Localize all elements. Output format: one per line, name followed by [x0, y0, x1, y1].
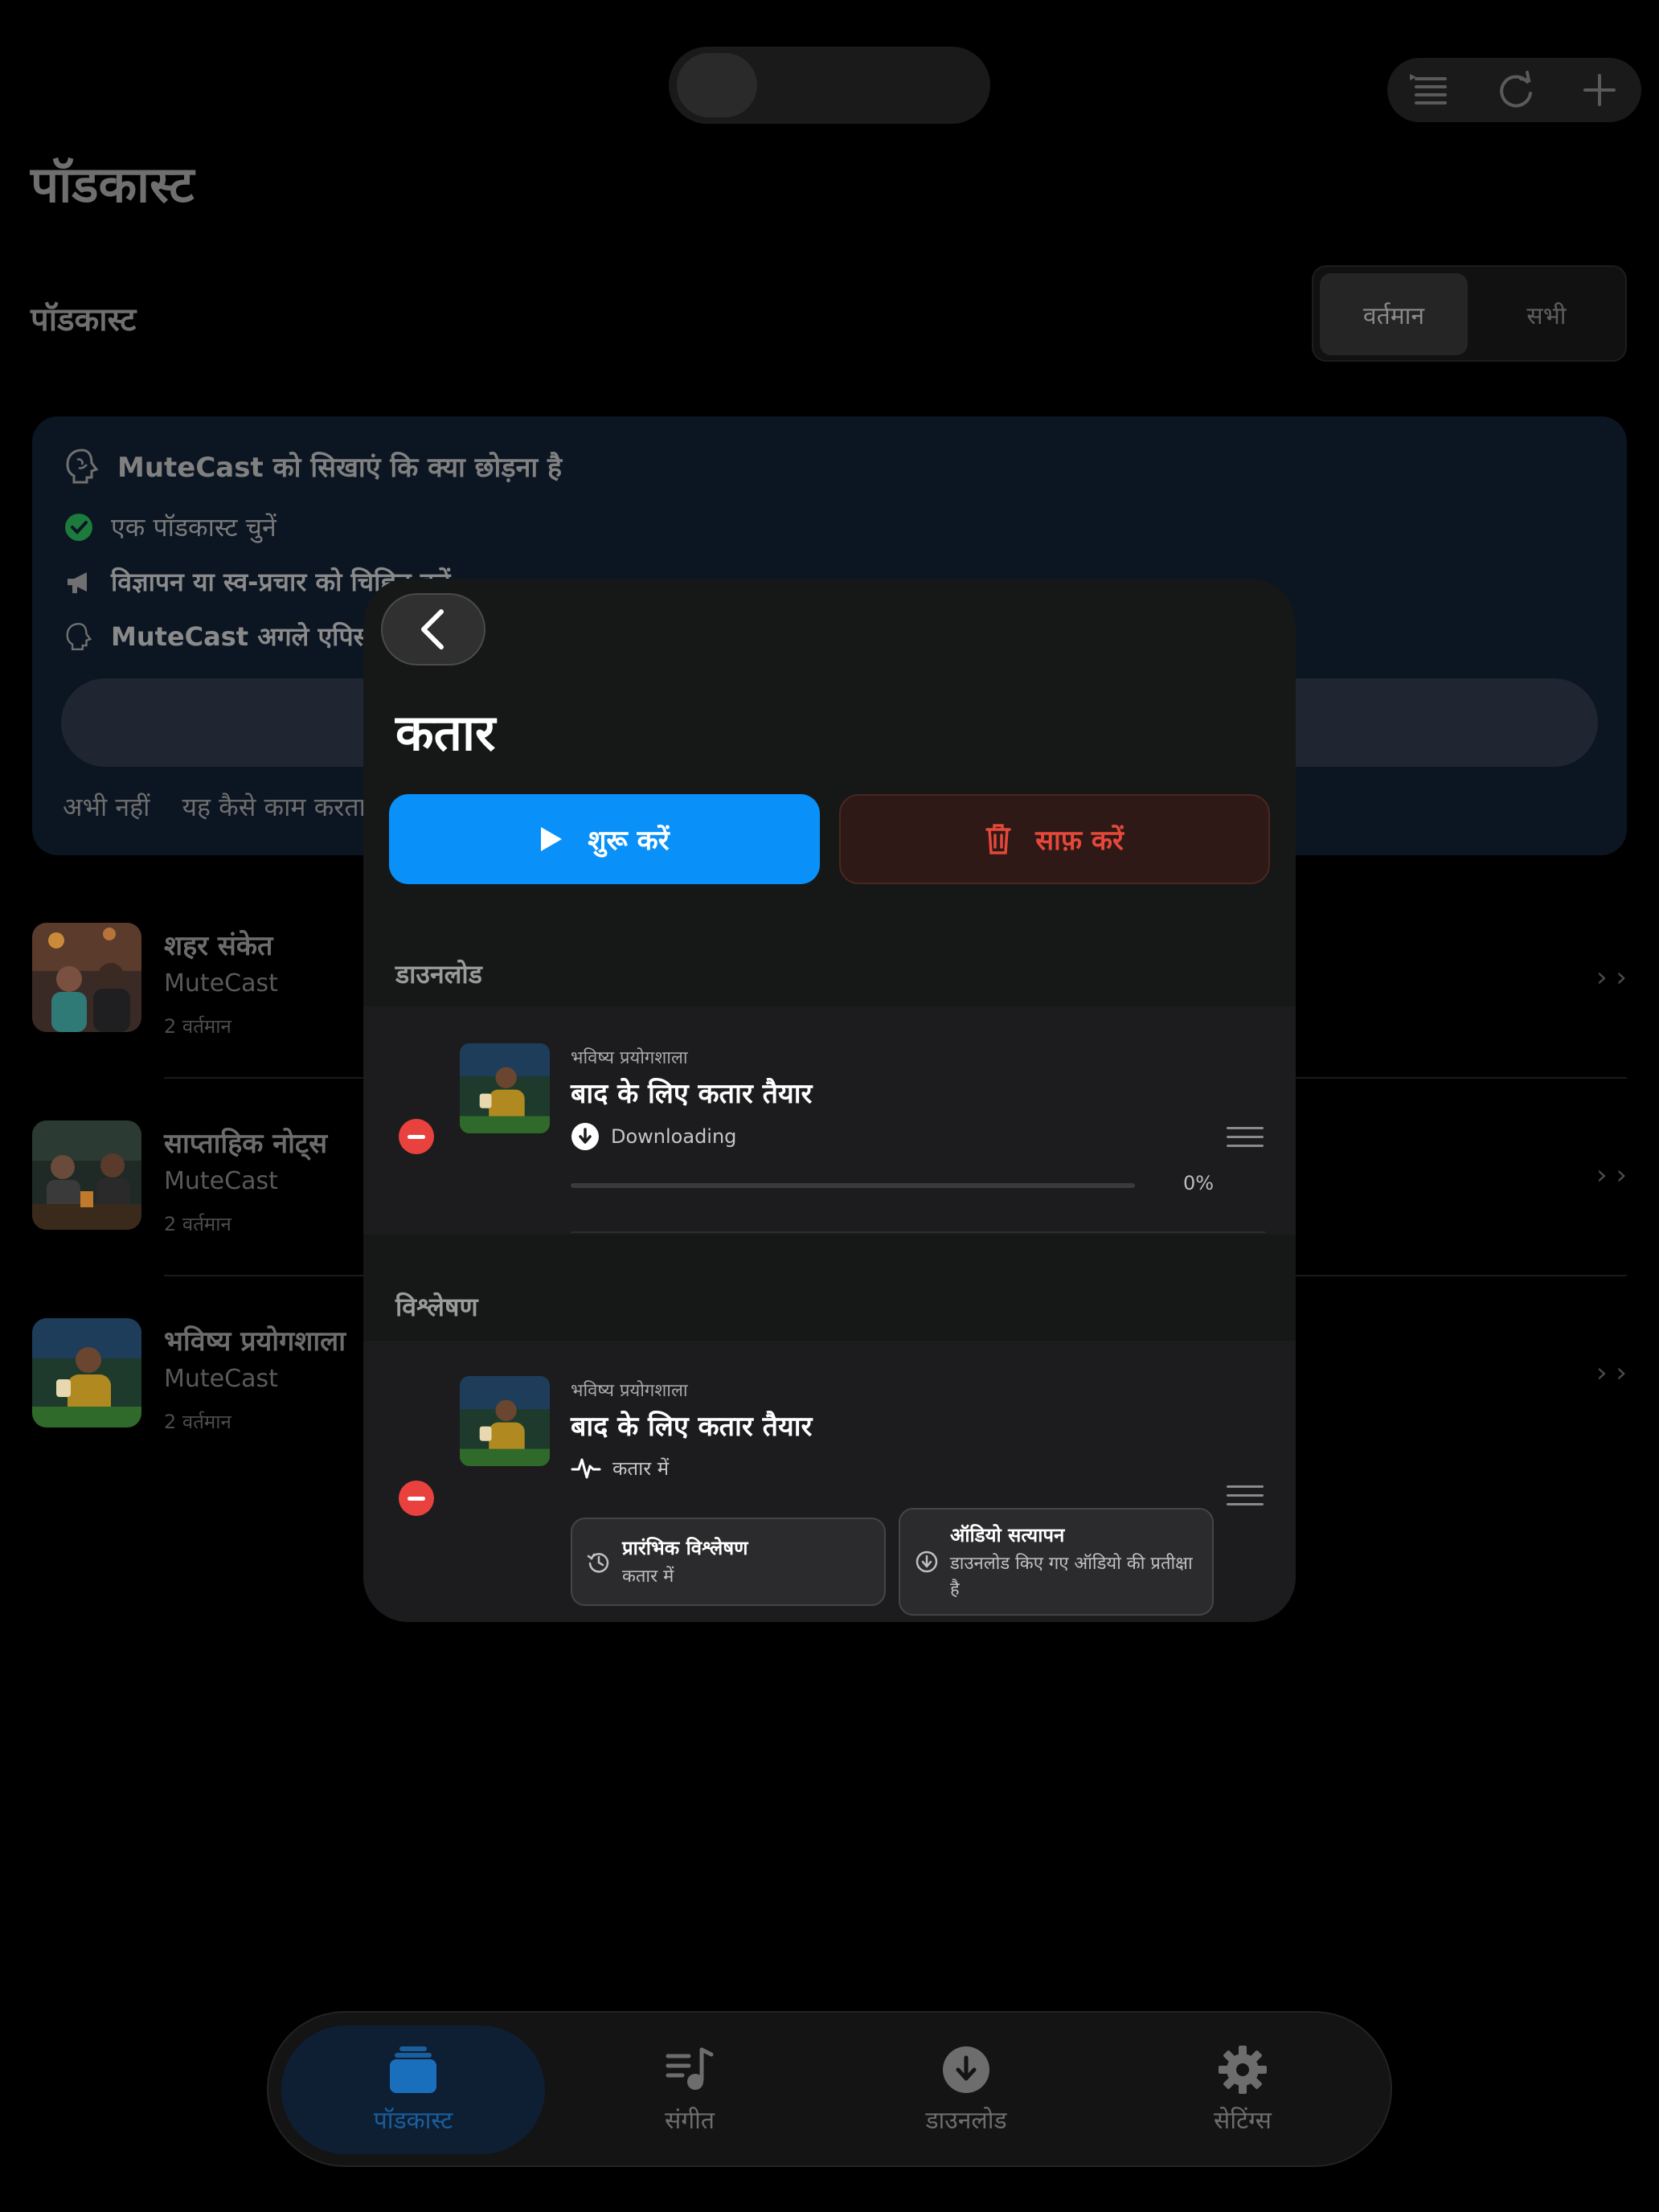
tab-label: पॉडकास्ट [373, 2106, 453, 2135]
tab-downloads[interactable]: डाउनलोड [834, 2026, 1098, 2154]
analysis-section-label: विश्लेषण [395, 1292, 478, 1322]
queue-sheet: कतार शुरू करें साफ़ करें डाउनलोड भविष्य … [363, 579, 1296, 1622]
tab-settings[interactable]: सेटिंग्स [1111, 2026, 1374, 2154]
queue-item-analysis[interactable]: भविष्य प्रयोगशाला बाद के लिए कतार तैयार … [363, 1341, 1296, 1622]
downloads-section-label: डाउनलोड [395, 959, 482, 989]
chevron-left-icon [417, 607, 449, 652]
podcast-artwork [32, 1318, 141, 1428]
top-handle-pill[interactable] [669, 47, 990, 124]
chip-title: ऑडियो सत्यापन [950, 1523, 1065, 1546]
refresh-icon[interactable] [1495, 69, 1537, 111]
podcast-count: 2 वर्तमान [164, 1015, 231, 1038]
download-circle-icon [941, 2045, 991, 2095]
download-progress-bar [571, 1183, 1135, 1188]
chip-text: प्रारंभिक विश्लेषण कतार में [622, 1534, 748, 1590]
queue-list-icon[interactable] [1408, 69, 1450, 111]
chip-subtitle: डाउनलोड किए गए ऑडियो की प्रतीक्षा है [950, 1553, 1193, 1600]
teach-card-header: MuteCast को सिखाएं कि क्या छोड़ना है [64, 447, 562, 485]
episode-podcast-name: भविष्य प्रयोगशाला [571, 1048, 688, 1068]
podcast-publisher: MuteCast [164, 1365, 278, 1393]
status-label: Downloading [611, 1125, 737, 1148]
remove-item-button[interactable] [399, 1481, 434, 1516]
audio-verification-chip: ऑडियो सत्यापन डाउनलोड किए गए ऑडियो की प्… [899, 1508, 1214, 1616]
history-clock-icon [587, 1550, 611, 1574]
podcast-publisher: MuteCast [164, 969, 278, 997]
queue-title: कतार [395, 703, 496, 762]
how-it-works-link[interactable]: यह कैसे काम करता [182, 789, 365, 824]
teach-card-title: MuteCast को सिखाएं कि क्या छोड़ना है [117, 452, 563, 484]
megaphone-icon [64, 567, 93, 596]
segment-current[interactable]: वर्तमान [1320, 273, 1468, 355]
podcast-name: भविष्य प्रयोगशाला [164, 1325, 346, 1358]
podcast-publisher: MuteCast [164, 1167, 278, 1195]
clear-button-label: साफ़ करें [1035, 825, 1124, 857]
segment-all[interactable]: सभी [1473, 273, 1620, 355]
tab-label: डाउनलोड [925, 2106, 1007, 2135]
remove-item-button[interactable] [399, 1119, 434, 1154]
brain-icon [64, 447, 100, 485]
chip-title: प्रारंभिक विश्लेषण [622, 1536, 748, 1559]
podcast-artwork [32, 1120, 141, 1230]
download-status: Downloading [571, 1122, 736, 1151]
teach-step-label: MuteCast अगले एपिसो [111, 621, 378, 652]
reorder-handle-icon[interactable] [1227, 1127, 1264, 1151]
play-icon [539, 825, 563, 853]
start-button[interactable]: शुरू करें [389, 794, 820, 884]
item-divider [571, 1231, 1265, 1233]
section-title: पॉडकास्ट [31, 301, 137, 338]
analysis-status: कतार में [571, 1453, 669, 1482]
progress-percent: 0% [1183, 1172, 1215, 1194]
download-circle-outline-icon [915, 1550, 939, 1574]
filter-segmented-control: वर्तमान सभी [1312, 265, 1627, 362]
plus-icon[interactable] [1579, 69, 1620, 111]
clear-button[interactable]: साफ़ करें [839, 794, 1270, 884]
episode-artwork [460, 1043, 550, 1133]
chip-subtitle: कतार में [622, 1566, 674, 1587]
reorder-handle-icon[interactable] [1227, 1485, 1264, 1509]
tab-bar: पॉडकास्ट संगीत डाउनलोड सेटिंग्स [267, 2011, 1392, 2167]
podcast-count: 2 वर्तमान [164, 1411, 231, 1433]
waveform-icon [571, 1453, 601, 1482]
podcast-count: 2 वर्तमान [164, 1213, 231, 1235]
not-now-link[interactable]: अभी नहीं [63, 789, 150, 824]
teach-card-links: अभी नहीं यह कैसे काम करता [63, 789, 366, 824]
podcast-name: साप्ताहिक नोट्स [164, 1128, 328, 1160]
top-action-group [1387, 58, 1641, 122]
pill-knob [677, 53, 757, 117]
check-circle-icon [64, 513, 93, 542]
podcast-name: शहर संकेत [164, 930, 273, 962]
chip-text: ऑडियो सत्यापन डाउनलोड किए गए ऑडियो की प्… [950, 1522, 1198, 1603]
tab-label: संगीत [664, 2106, 715, 2135]
episode-podcast-name: भविष्य प्रयोगशाला [571, 1381, 688, 1401]
tab-label: सेटिंग्स [1214, 2106, 1272, 2135]
teach-step-1: एक पॉडकास्ट चुनें [64, 510, 276, 544]
gear-icon [1218, 2045, 1268, 2095]
status-label: कतार में [612, 1456, 670, 1480]
podcast-artwork [32, 923, 141, 1032]
start-button-label: शुरू करें [588, 825, 670, 857]
brain-icon [64, 621, 93, 652]
trash-icon [985, 823, 1011, 855]
episode-title: बाद के लिए कतार तैयार [571, 1411, 813, 1443]
tab-music[interactable]: संगीत [558, 2026, 821, 2154]
music-list-icon [665, 2045, 715, 2095]
back-button[interactable] [381, 593, 485, 666]
chevron-right-icon: › › [1596, 1159, 1627, 1191]
chevron-right-icon: › › [1596, 1357, 1627, 1389]
initial-analysis-chip: प्रारंभिक विश्लेषण कतार में [571, 1518, 886, 1606]
episode-artwork [460, 1376, 550, 1466]
teach-step-label: एक पॉडकास्ट चुनें [111, 512, 276, 543]
page-title: पॉडकास्ट [31, 155, 195, 214]
chevron-right-icon: › › [1596, 961, 1627, 993]
queue-item-download[interactable]: भविष्य प्रयोगशाला बाद के लिए कतार तैयार … [363, 1006, 1296, 1235]
podcasts-stack-icon [388, 2045, 438, 2095]
episode-title: बाद के लिए कतार तैयार [571, 1078, 813, 1110]
tab-podcasts[interactable]: पॉडकास्ट [281, 2026, 545, 2154]
teach-step-3: MuteCast अगले एपिसो [64, 619, 378, 653]
download-circle-icon [571, 1122, 600, 1151]
